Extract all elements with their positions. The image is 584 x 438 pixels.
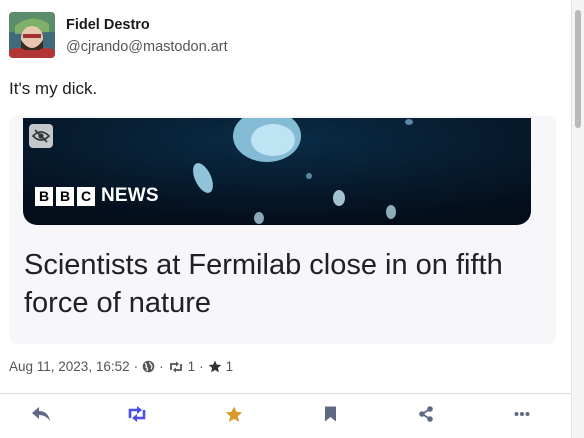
scrollbar-thumb[interactable] bbox=[575, 10, 581, 128]
globe-icon bbox=[142, 360, 155, 373]
star-icon bbox=[225, 406, 243, 422]
meta-separator: · bbox=[133, 359, 139, 374]
meta-separator: · bbox=[159, 359, 164, 374]
favourite-count[interactable]: 1 bbox=[226, 359, 234, 374]
boost-count[interactable]: 1 bbox=[188, 359, 196, 374]
favourite-button[interactable] bbox=[221, 402, 247, 426]
scrollbar[interactable] bbox=[571, 0, 584, 438]
star-icon bbox=[208, 360, 221, 373]
avatar[interactable] bbox=[9, 12, 55, 58]
post-meta: Aug 11, 2023, 16:52 · · 1 · 1 bbox=[9, 359, 233, 374]
card-thumbnail: B B C NEWS bbox=[23, 118, 531, 225]
meta-separator: · bbox=[199, 359, 204, 374]
bookmark-icon bbox=[324, 406, 336, 422]
boost-icon bbox=[169, 361, 182, 372]
author-names: Fidel Destro @cjrando@mastodon.art bbox=[66, 16, 228, 56]
eye-slash-icon bbox=[32, 129, 50, 143]
link-preview-card[interactable]: B B C NEWS Scientists at Fermilab close … bbox=[9, 116, 556, 344]
reply-icon bbox=[32, 407, 50, 421]
logo-letter: B bbox=[35, 186, 53, 206]
status-post[interactable]: Fidel Destro @cjrando@mastodon.art It's … bbox=[0, 0, 571, 438]
logo-word: NEWS bbox=[101, 185, 159, 206]
post-timestamp[interactable]: Aug 11, 2023, 16:52 bbox=[9, 359, 130, 374]
share-button[interactable] bbox=[413, 402, 439, 426]
action-bar bbox=[0, 394, 571, 438]
author-handle[interactable]: @cjrando@mastodon.art bbox=[66, 38, 228, 56]
boost-button[interactable] bbox=[124, 402, 150, 426]
source-logo: B B C NEWS bbox=[35, 185, 159, 207]
bookmark-button[interactable] bbox=[317, 402, 343, 426]
card-title[interactable]: Scientists at Fermilab close in on fifth… bbox=[24, 246, 544, 322]
author-display-name[interactable]: Fidel Destro bbox=[66, 16, 228, 34]
more-button[interactable] bbox=[509, 402, 535, 426]
hide-media-button[interactable] bbox=[29, 124, 53, 148]
post-header: Fidel Destro @cjrando@mastodon.art bbox=[9, 12, 228, 62]
share-icon bbox=[419, 406, 433, 422]
logo-letter: C bbox=[77, 186, 95, 206]
reply-button[interactable] bbox=[28, 402, 54, 426]
boost-icon bbox=[128, 406, 146, 422]
app-window: Fidel Destro @cjrando@mastodon.art It's … bbox=[0, 0, 584, 438]
logo-letter: B bbox=[56, 186, 74, 206]
ellipsis-icon bbox=[514, 412, 530, 416]
post-content: It's my dick. bbox=[9, 79, 98, 98]
